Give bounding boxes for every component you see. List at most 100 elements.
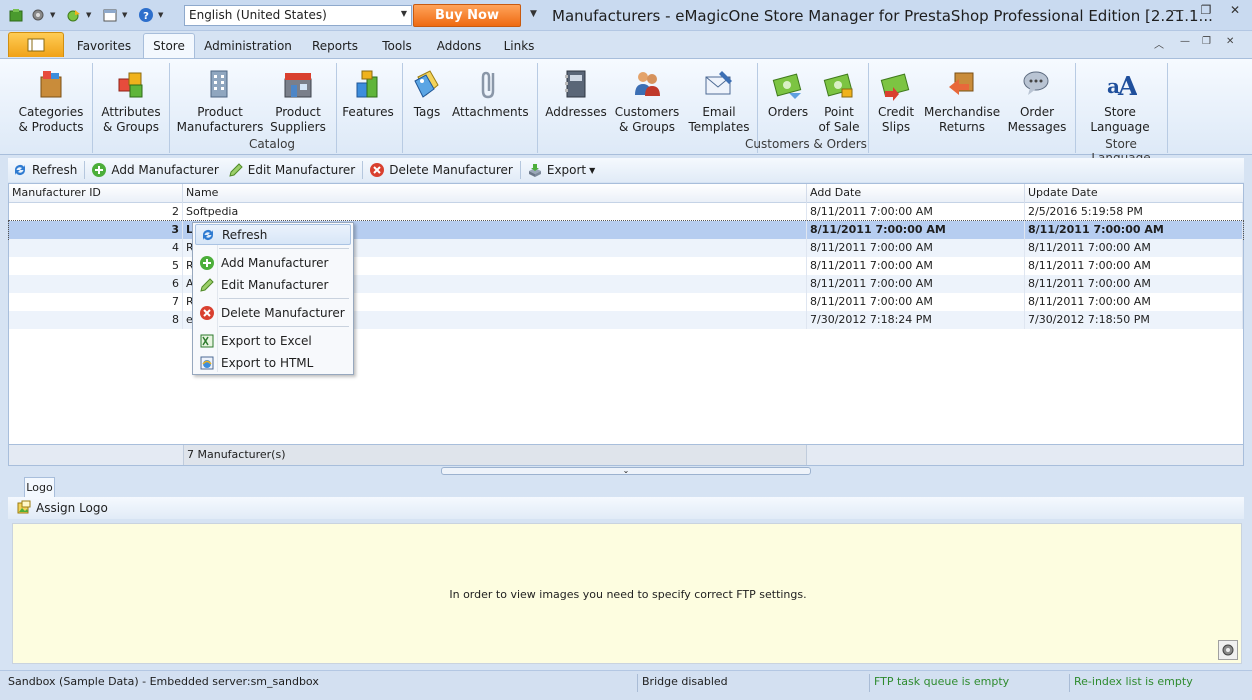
ribbon-features[interactable]: Features xyxy=(342,67,394,120)
tab-logo[interactable]: Logo xyxy=(24,477,55,497)
column-header-update-date[interactable]: Update Date xyxy=(1025,184,1243,203)
ribbon-label: Tags xyxy=(413,105,441,119)
maximize-button[interactable]: ❐ xyxy=(1192,0,1220,20)
add-manufacturer-button[interactable]: Add Manufacturer xyxy=(87,159,223,181)
close-button[interactable]: ✕ xyxy=(1226,36,1234,47)
menu-item-label: Refresh xyxy=(222,227,268,242)
ribbon-attributes-groups[interactable]: Attributes & Groups xyxy=(100,67,162,135)
ribbon-label: & Groups xyxy=(619,120,675,134)
edit-manufacturer-button[interactable]: Edit Manufacturer xyxy=(224,159,360,181)
chevron-down-icon[interactable]: ▼ xyxy=(530,9,537,19)
tab-links[interactable]: Links xyxy=(496,36,542,58)
tab-addons[interactable]: Addons xyxy=(430,36,488,58)
window-icon[interactable] xyxy=(100,5,120,25)
tab-tools[interactable]: Tools xyxy=(372,36,422,58)
ribbon-point-of-sale[interactable]: Point of Sale xyxy=(816,67,862,135)
menu-item-label: Add Manufacturer xyxy=(221,255,329,270)
chevron-down-icon[interactable]: ▼ xyxy=(50,11,58,19)
blocks-icon xyxy=(356,70,378,98)
cell-id: 6 xyxy=(9,275,183,293)
chevron-down-icon[interactable]: ▼ xyxy=(158,11,166,19)
building-icon xyxy=(210,70,228,98)
language-value: English (United States) xyxy=(189,8,327,22)
chevron-down-icon[interactable]: ▼ xyxy=(86,11,94,19)
settings-gear-icon[interactable] xyxy=(28,5,48,25)
cell-update-date: 8/11/2011 7:00:00 AM xyxy=(1025,293,1243,311)
menu-item-export-excel[interactable]: Export to Excel xyxy=(195,330,351,351)
application-menu-button[interactable] xyxy=(8,32,64,57)
record-count: 7 Manufacturer(s) xyxy=(183,445,807,465)
minimize-button[interactable]: — xyxy=(1180,36,1190,47)
column-header-add-date[interactable]: Add Date xyxy=(807,184,1025,203)
panel-splitter[interactable]: ⌄ xyxy=(441,467,811,475)
menu-item-export-html[interactable]: Export to HTML xyxy=(195,352,351,373)
group-label-catalog: Catalog xyxy=(248,137,296,151)
close-button[interactable]: ✕ xyxy=(1220,0,1250,20)
refresh-button[interactable]: Refresh xyxy=(8,159,82,181)
tab-administration[interactable]: Administration xyxy=(200,36,296,58)
column-header-name[interactable]: Name xyxy=(183,184,807,203)
context-menu: Refresh Add Manufacturer Edit Manufactur… xyxy=(192,222,354,375)
delete-icon xyxy=(370,163,385,177)
ribbon-merchandise-returns[interactable]: Merchandise Returns xyxy=(924,67,1000,135)
minimize-button[interactable]: — xyxy=(1164,0,1192,20)
buy-now-button[interactable]: Buy Now xyxy=(413,4,521,27)
ribbon-product-manufacturers[interactable]: Product Manufacturers xyxy=(176,67,264,135)
divider xyxy=(362,161,364,179)
tab-store[interactable]: Store xyxy=(143,33,195,58)
box-icon xyxy=(40,71,62,98)
restore-button[interactable]: ❐ xyxy=(1202,36,1211,47)
menu-item-add-manufacturer[interactable]: Add Manufacturer xyxy=(195,252,351,273)
tab-reports[interactable]: Reports xyxy=(304,36,366,58)
store-icon xyxy=(284,73,312,98)
refresh-icon xyxy=(15,165,25,175)
cell-add-date: 8/11/2011 7:00:00 AM xyxy=(807,275,1025,293)
ribbon-customers-groups[interactable]: Customers & Groups xyxy=(613,67,681,135)
ribbon-label: of Sale xyxy=(818,120,860,134)
tab-favorites[interactable]: Favorites xyxy=(70,36,138,58)
column-header-id[interactable]: Manufacturer ID xyxy=(9,184,183,203)
ribbon-tags[interactable]: Tags xyxy=(408,67,446,120)
grid-toolbar: Refresh Add Manufacturer Edit Manufactur… xyxy=(8,158,1244,182)
menu-item-delete-manufacturer[interactable]: Delete Manufacturer xyxy=(195,302,351,323)
gear-icon[interactable] xyxy=(1218,640,1238,660)
language-select[interactable]: English (United States) ▼ xyxy=(184,5,412,26)
chevron-down-icon: ▼ xyxy=(589,165,596,175)
cell-update-date: 2/5/2016 5:19:58 PM xyxy=(1025,203,1243,221)
ribbon-categories-products[interactable]: Categories & Products xyxy=(18,67,84,135)
assign-logo-label: Assign Logo xyxy=(36,501,108,515)
delete-manufacturer-button[interactable]: Delete Manufacturer xyxy=(365,159,518,181)
connect-icon[interactable] xyxy=(64,5,84,25)
help-icon[interactable]: ? xyxy=(136,5,156,25)
collapse-ribbon-icon[interactable]: ︿ xyxy=(1154,36,1164,51)
ribbon-label: Messages xyxy=(1007,120,1067,134)
address-book-icon xyxy=(565,70,586,98)
assign-logo-button[interactable]: Assign Logo xyxy=(12,497,113,519)
menu-item-refresh[interactable]: Refresh xyxy=(195,224,351,245)
delete-icon xyxy=(200,305,214,320)
app-icon[interactable] xyxy=(6,5,26,25)
divider xyxy=(84,161,86,179)
ribbon-order-messages[interactable]: Order Messages xyxy=(1006,67,1068,135)
menu-item-edit-manufacturer[interactable]: Edit Manufacturer xyxy=(195,274,351,295)
tags-icon xyxy=(414,70,439,98)
ribbon-email-templates[interactable]: Email Templates xyxy=(687,67,751,135)
table-row[interactable]: 2 Softpedia 8/11/2011 7:00:00 AM 2/5/201… xyxy=(9,203,1243,221)
ribbon-attachments[interactable]: Attachments xyxy=(452,67,529,120)
ribbon-credit-slips[interactable]: Credit Slips xyxy=(874,67,918,135)
ribbon-label: Attachments xyxy=(452,105,529,119)
chevron-down-icon[interactable]: ▼ xyxy=(122,11,130,19)
logo-preview-area: In order to view images you need to spec… xyxy=(12,523,1242,664)
add-icon xyxy=(200,255,214,270)
ribbon-product-suppliers[interactable]: Product Suppliers xyxy=(268,67,328,135)
export-dropdown-button[interactable]: Export ▼ xyxy=(523,159,600,181)
ribbon-label: Product xyxy=(197,105,243,119)
divider xyxy=(1167,63,1168,153)
status-sandbox: Sandbox (Sample Data) - Embedded server:… xyxy=(8,675,319,688)
ribbon-label: Product xyxy=(275,105,321,119)
ribbon-addresses[interactable]: Addresses xyxy=(545,67,607,120)
edit-label: Edit Manufacturer xyxy=(247,163,356,177)
ribbon-store-language[interactable]: aA Store Language xyxy=(1084,67,1156,135)
ribbon-orders[interactable]: Orders xyxy=(764,67,812,120)
divider xyxy=(219,248,349,249)
